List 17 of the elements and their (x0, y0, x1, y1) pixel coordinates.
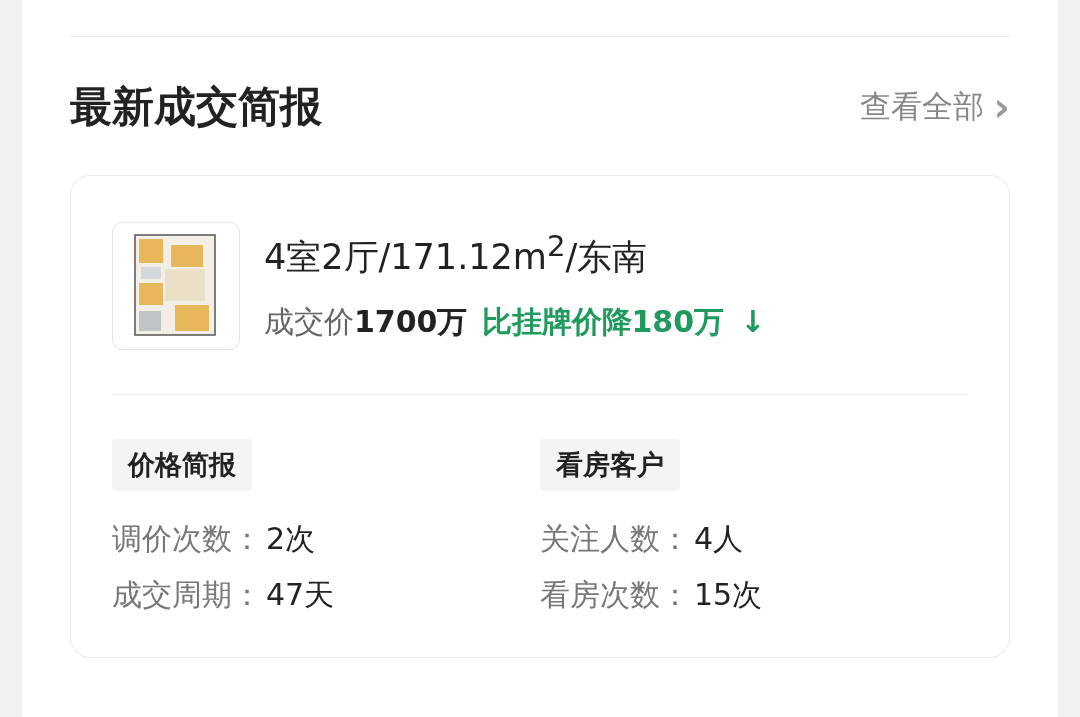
stat-value: 47天 (266, 577, 335, 612)
listing-title: 4室2厅/171.12m$^{2}$/东南 (264, 228, 649, 279)
price-drop-text: 比挂牌价降180万 (481, 303, 725, 342)
view-all-link[interactable]: 查看全部 › (859, 86, 1010, 128)
down-arrow-icon: ↓ (740, 304, 766, 340)
price-label: 成交价 (264, 303, 354, 342)
section-title: 最新成交简报 (70, 81, 322, 133)
section-tag: 价格简报 (112, 439, 252, 491)
stat-value: 4人 (694, 521, 744, 556)
deal-price: 1700万 (354, 303, 468, 342)
section-tag: 看房客户 (540, 439, 680, 491)
stat-label: 调价次数： (112, 521, 262, 556)
stat-value: 2次 (266, 521, 316, 556)
stat-label: 成交周期： (112, 577, 262, 612)
stat-label: 关注人数： (540, 521, 690, 556)
stat-value: 15次 (694, 577, 763, 612)
stat-label: 看房次数： (540, 577, 690, 612)
